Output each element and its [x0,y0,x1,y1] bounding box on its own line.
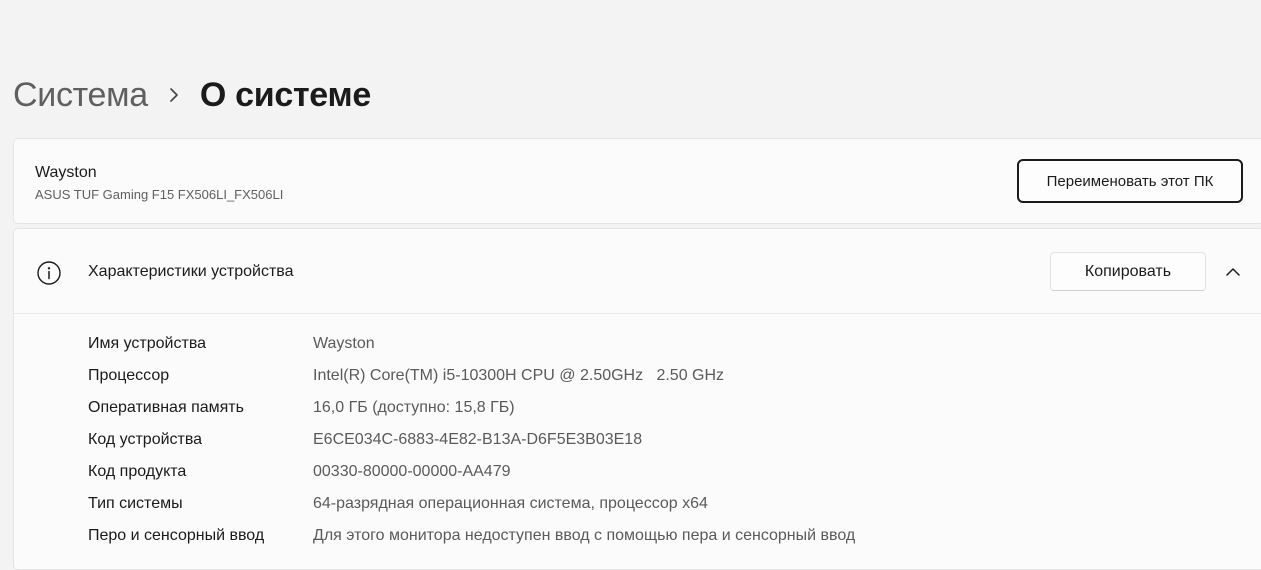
spec-label: Процессор [88,367,170,384]
spec-row-processor: Процессор Intel(R) Core(TM) i5-10300H CP… [88,360,855,392]
spec-value: 16,0 ГБ (доступно: 15,8 ГБ) [313,399,515,416]
spec-value: 64-разрядная операционная система, проце… [313,495,708,512]
spec-value: Wayston [313,335,375,352]
spec-value: Для этого монитора недоступен ввод с пом… [313,527,856,544]
spec-row-product-id: Код продукта 00330-80000-00000-AA479 [88,456,855,488]
page-title: О системе [199,75,371,114]
spec-label: Оперативная память [88,399,244,416]
spec-row-ram: Оперативная память 16,0 ГБ (доступно: 15… [88,392,855,424]
copy-button[interactable]: Копировать [1050,252,1206,291]
spec-value: 00330-80000-00000-AA479 [313,463,511,480]
device-model: ASUS TUF Gaming F15 FX506LI_FX506LI [35,187,284,202]
spec-value: E6CE034C-6883-4E82-B13A-D6F5E3B03E18 [313,431,643,448]
device-specs-card: Характеристики устройства Копировать Имя… [13,228,1261,570]
spec-label: Тип системы [88,495,183,512]
spec-label: Код устройства [88,431,203,448]
spec-label: Перо и сенсорный ввод [88,527,265,544]
spec-row-device-id: Код устройства E6CE034C-6883-4E82-B13A-D… [88,424,855,456]
rename-pc-button[interactable]: Переименовать этот ПК [1017,159,1243,203]
info-icon [36,260,62,286]
chevron-right-icon [148,87,200,103]
spec-label: Имя устройства [88,335,207,352]
breadcrumb: Система О системе [13,72,371,118]
spec-row-device-name: Имя устройства Wayston [88,328,855,360]
spec-label: Код продукта [88,463,187,480]
device-specs-header[interactable]: Характеристики устройства Копировать [14,229,1261,314]
device-name-card: Wayston ASUS TUF Gaming F15 FX506LI_FX50… [13,138,1261,224]
spec-list: Имя устройства Wayston Процессор Intel(R… [88,328,855,552]
spec-value: Intel(R) Core(TM) i5-10300H CPU @ 2.50GH… [313,367,725,384]
spec-row-system-type: Тип системы 64-разрядная операционная си… [88,488,855,520]
chevron-up-icon[interactable] [1218,259,1248,285]
device-name: Wayston [35,164,97,181]
spec-row-pen-touch: Перо и сенсорный ввод Для этого монитора… [88,520,855,552]
breadcrumb-parent-link[interactable]: Система [13,76,148,115]
device-specs-title: Характеристики устройства [88,263,294,280]
